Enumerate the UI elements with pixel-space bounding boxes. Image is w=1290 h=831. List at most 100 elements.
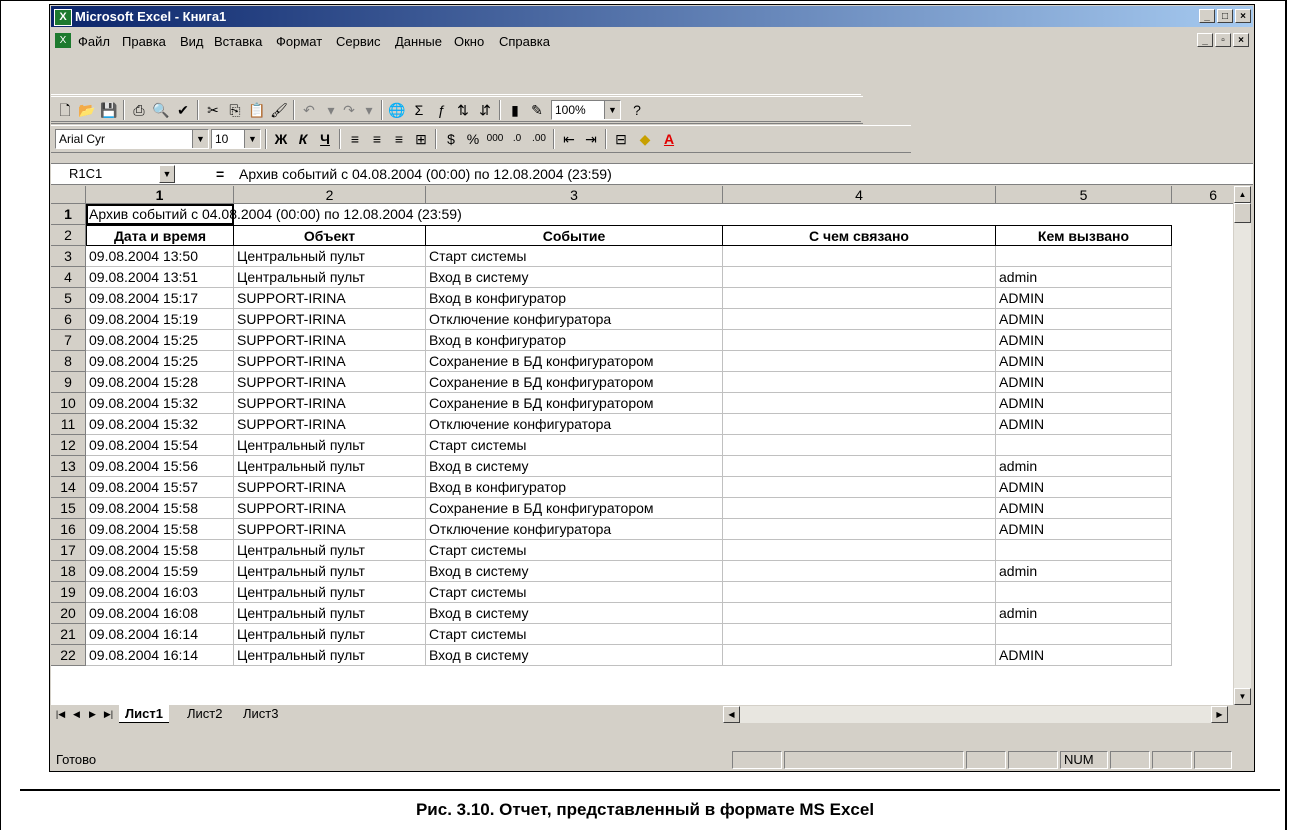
autosum-icon[interactable]: Σ (409, 101, 429, 119)
align-left-icon[interactable]: ≡ (345, 130, 365, 148)
percent-icon[interactable]: % (463, 130, 483, 148)
column-header-1[interactable]: 1 (86, 186, 234, 204)
cell-event[interactable]: Сохранение в БД конфигуратором (426, 351, 723, 372)
cell-object[interactable]: SUPPORT-IRINA (234, 393, 426, 414)
next-sheet-icon[interactable]: ▶ (85, 707, 100, 722)
cell-datetime[interactable]: 09.08.2004 15:17 (86, 288, 234, 309)
cell-caller[interactable]: ADMIN (996, 477, 1172, 498)
cell-object[interactable]: Центральный пульт (234, 540, 426, 561)
menu-help[interactable]: Справка (499, 34, 550, 49)
column-header-4[interactable]: 4 (723, 186, 996, 204)
report-title-cell[interactable]: Архив событий с 04.08.2004 (00:00) по 12… (86, 204, 1209, 225)
cell-object[interactable]: Центральный пульт (234, 561, 426, 582)
cell-related[interactable] (723, 435, 996, 456)
cell-event[interactable]: Вход в конфигуратор (426, 330, 723, 351)
zoom-select[interactable]: 100% ▼ (551, 100, 621, 120)
merge-center-icon[interactable]: ⊞ (411, 130, 431, 148)
new-icon[interactable]: 🗋 (55, 101, 75, 119)
cell-datetime[interactable]: 09.08.2004 16:08 (86, 603, 234, 624)
cell-caller[interactable]: admin (996, 561, 1172, 582)
cell-related[interactable] (723, 540, 996, 561)
cell-related[interactable] (723, 246, 996, 267)
cell-datetime[interactable]: 09.08.2004 16:14 (86, 645, 234, 666)
row-header[interactable]: 19 (51, 582, 86, 603)
header-cell-datetime[interactable]: Дата и время (86, 225, 234, 246)
currency-icon[interactable]: $ (441, 130, 461, 148)
redo-icon[interactable]: ↷ (339, 101, 359, 119)
row-header[interactable]: 15 (51, 498, 86, 519)
chevron-down-icon[interactable]: ▼ (159, 165, 175, 183)
cell-related[interactable] (723, 477, 996, 498)
print-icon[interactable]: ⎙ (129, 101, 149, 119)
cell-related[interactable] (723, 582, 996, 603)
row-header[interactable]: 10 (51, 393, 86, 414)
thousands-icon[interactable]: 000 (485, 130, 505, 148)
cell-event[interactable]: Вход в систему (426, 603, 723, 624)
worksheet-grid[interactable]: 1 2 3 4 5 6 1 Архив событий с 04.08.2004… (51, 186, 1233, 705)
prev-sheet-icon[interactable]: ◀ (69, 707, 84, 722)
cell-event[interactable]: Старт системы (426, 246, 723, 267)
row-header[interactable]: 12 (51, 435, 86, 456)
cell-object[interactable]: SUPPORT-IRINA (234, 477, 426, 498)
menu-edit[interactable]: Правка (122, 34, 166, 49)
copy-icon[interactable]: ⎘ (225, 101, 245, 119)
cell-object[interactable]: Центральный пульт (234, 603, 426, 624)
cell-related[interactable] (723, 498, 996, 519)
cell-datetime[interactable]: 09.08.2004 15:25 (86, 351, 234, 372)
formula-equals[interactable]: = (216, 165, 224, 183)
row-header[interactable]: 18 (51, 561, 86, 582)
name-box[interactable]: R1C1 ▼ (53, 165, 175, 183)
italic-button[interactable]: К (293, 130, 313, 148)
drawing-icon[interactable]: ✎ (527, 101, 547, 119)
cell-caller[interactable]: ADMIN (996, 645, 1172, 666)
cell-caller[interactable]: ADMIN (996, 498, 1172, 519)
cell-event[interactable]: Сохранение в БД конфигуратором (426, 393, 723, 414)
row-header[interactable]: 22 (51, 645, 86, 666)
chart-wizard-icon[interactable]: ▮ (505, 101, 525, 119)
cell-related[interactable] (723, 603, 996, 624)
decrease-indent-icon[interactable]: ⇤ (559, 130, 579, 148)
cell-event[interactable]: Отключение конфигуратора (426, 309, 723, 330)
cell-related[interactable] (723, 309, 996, 330)
row-header[interactable]: 7 (51, 330, 86, 351)
row-header[interactable]: 6 (51, 309, 86, 330)
cell-datetime[interactable]: 09.08.2004 13:51 (86, 267, 234, 288)
cell-object[interactable]: Центральный пульт (234, 645, 426, 666)
font-size-select[interactable]: 10 ▼ (211, 129, 261, 149)
menu-view[interactable]: Вид (180, 34, 204, 49)
cell-caller[interactable] (996, 624, 1172, 645)
sort-ascending-icon[interactable]: ⇅ (453, 101, 473, 119)
column-header-2[interactable]: 2 (234, 186, 426, 204)
cell-object[interactable]: SUPPORT-IRINA (234, 414, 426, 435)
doc-minimize-button[interactable]: _ (1197, 33, 1213, 47)
cell-datetime[interactable]: 09.08.2004 15:25 (86, 330, 234, 351)
scroll-down-icon[interactable]: ▼ (1234, 688, 1251, 705)
excel-icon[interactable]: X (54, 9, 72, 26)
cell-related[interactable] (723, 456, 996, 477)
cell-object[interactable]: Центральный пульт (234, 246, 426, 267)
menu-file[interactable]: Файл (78, 34, 110, 49)
sort-descending-icon[interactable]: ⇵ (475, 101, 495, 119)
cell-caller[interactable]: ADMIN (996, 288, 1172, 309)
row-header[interactable]: 14 (51, 477, 86, 498)
cell-caller[interactable] (996, 435, 1172, 456)
chevron-down-icon[interactable]: ▼ (192, 130, 208, 148)
cell-related[interactable] (723, 288, 996, 309)
cell-caller[interactable]: admin (996, 267, 1172, 288)
cell-related[interactable] (723, 393, 996, 414)
cell-related[interactable] (723, 372, 996, 393)
scroll-up-icon[interactable]: ▲ (1234, 186, 1251, 203)
menu-data[interactable]: Данные (395, 34, 442, 49)
cell-caller[interactable]: ADMIN (996, 393, 1172, 414)
font-name-select[interactable]: Arial Cyr ▼ (55, 129, 209, 149)
cell-datetime[interactable]: 09.08.2004 15:32 (86, 414, 234, 435)
row-header[interactable]: 17 (51, 540, 86, 561)
row-header[interactable]: 21 (51, 624, 86, 645)
cell-caller[interactable]: ADMIN (996, 414, 1172, 435)
close-button[interactable]: × (1235, 9, 1251, 23)
cell-related[interactable] (723, 330, 996, 351)
cell-related[interactable] (723, 267, 996, 288)
cell-datetime[interactable]: 09.08.2004 15:58 (86, 498, 234, 519)
row-header[interactable]: 13 (51, 456, 86, 477)
cell-caller[interactable]: admin (996, 456, 1172, 477)
